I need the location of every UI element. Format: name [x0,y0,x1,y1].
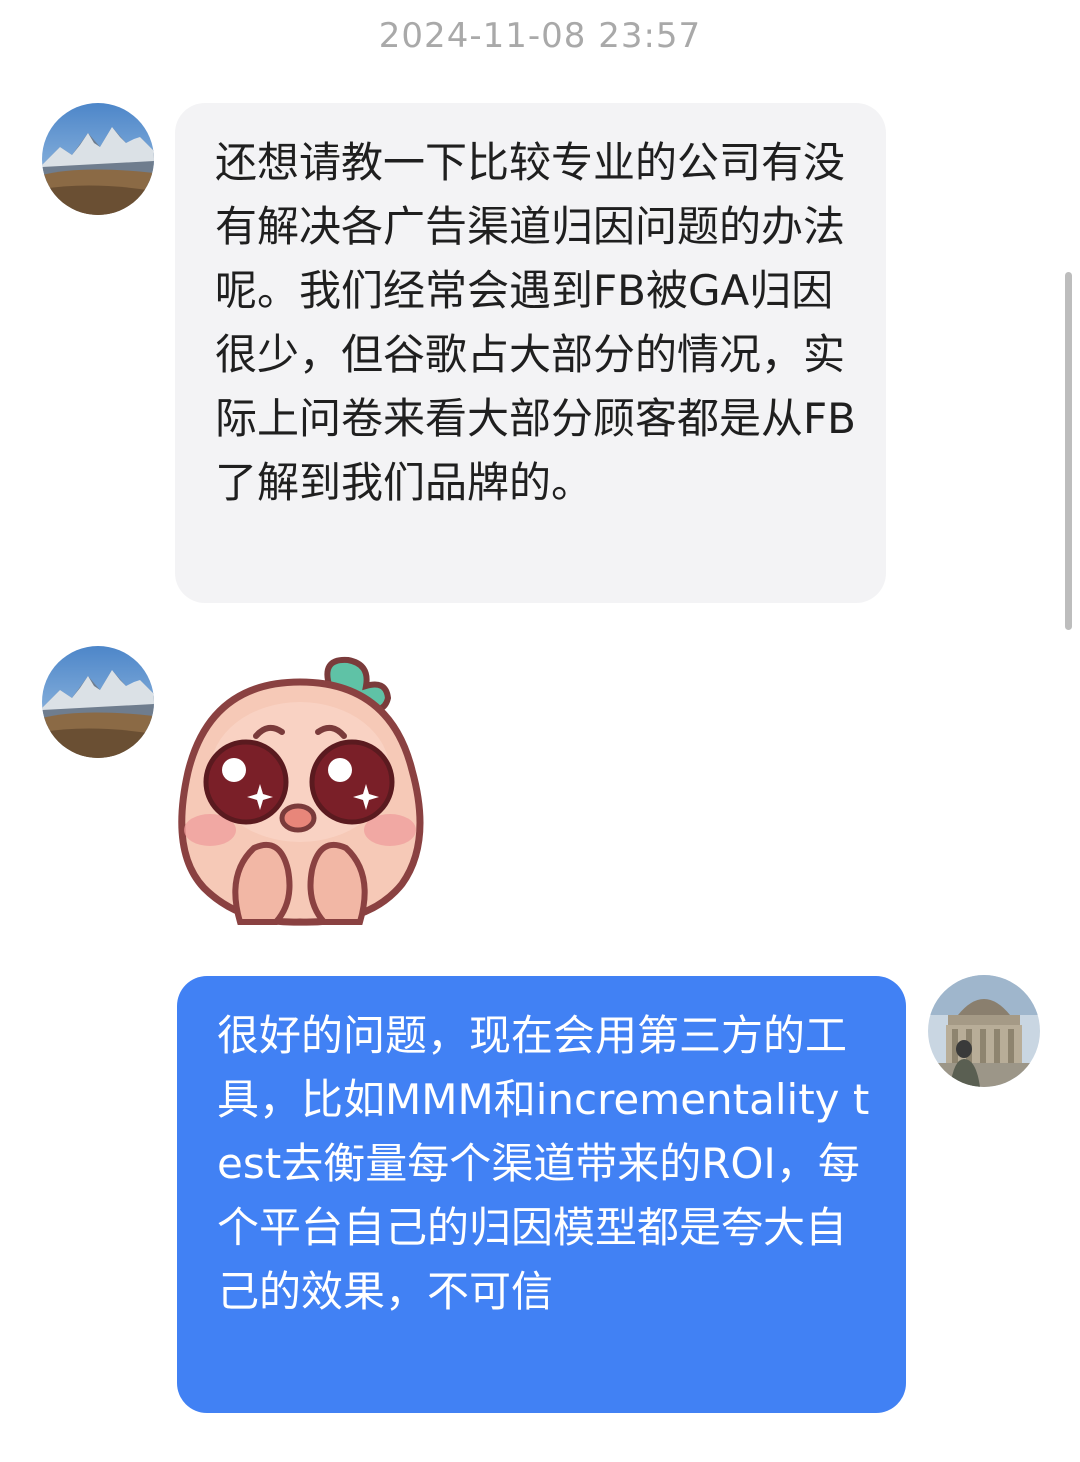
contact-avatar[interactable] [42,103,154,215]
sticker-message[interactable] [170,652,430,932]
scrollbar[interactable] [1065,272,1072,630]
mountain-landscape-avatar-icon [42,646,154,758]
incoming-message-bubble[interactable]: 还想请教一下比较专业的公司有没有解决各广告渠道归因问题的办法呢。我们经常会遇到F… [175,103,886,603]
contact-avatar[interactable] [42,646,154,758]
message-timestamp: 2024-11-08 23:57 [378,16,702,56]
mountain-landscape-avatar-icon [42,103,154,215]
outgoing-message-bubble[interactable]: 很好的问题，现在会用第三方的工具，比如MMM和incrementality te… [177,976,906,1413]
self-avatar[interactable] [928,975,1040,1087]
pleading-peach-sticker-icon [178,656,424,926]
building-landmark-avatar-icon [928,975,1040,1087]
